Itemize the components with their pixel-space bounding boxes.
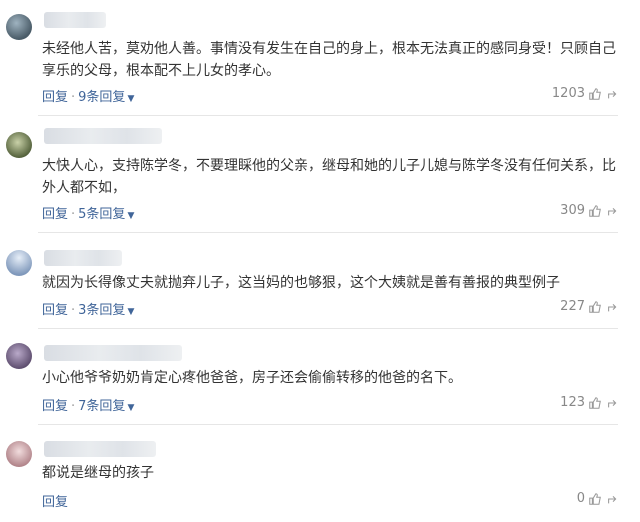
view-replies-button[interactable]: 9条回复 ▼ <box>78 90 134 105</box>
view-replies-button[interactable]: 3条回复 ▼ <box>78 303 134 318</box>
comment-actions: 回复 · 7条回复 ▼ <box>42 399 135 414</box>
replies-count-label: 3条回复 <box>78 303 126 318</box>
like-count: 1203 <box>551 86 585 101</box>
username-blurred[interactable] <box>44 250 122 266</box>
avatar[interactable] <box>6 343 32 369</box>
username-blurred[interactable] <box>44 441 156 457</box>
like-count: 309 <box>560 203 585 218</box>
like-button[interactable]: 309 <box>560 203 620 218</box>
divider <box>38 328 618 329</box>
like-button[interactable]: 1203 <box>552 86 620 101</box>
comment-actions: 回复 · 9条回复 ▼ <box>42 90 135 105</box>
reply-button[interactable]: 回复 <box>42 207 68 222</box>
like-count: 227 <box>560 299 585 314</box>
username-blurred[interactable] <box>44 345 182 361</box>
share-icon[interactable] <box>606 492 620 506</box>
reply-button[interactable]: 回复 <box>42 90 68 105</box>
view-replies-button[interactable]: 5条回复 ▼ <box>78 207 134 222</box>
view-replies-button[interactable]: 7条回复 ▼ <box>78 399 134 414</box>
comment-text: 都说是继母的孩子 <box>42 465 154 481</box>
chevron-down-icon: ▼ <box>127 307 135 317</box>
share-icon[interactable] <box>606 87 620 101</box>
chevron-down-icon: ▼ <box>127 211 135 221</box>
thumbs-up-icon <box>589 396 601 409</box>
like-button[interactable]: 227 <box>560 299 620 314</box>
replies-count-label: 9条回复 <box>78 90 126 105</box>
username-blurred[interactable] <box>44 128 162 144</box>
like-count: 123 <box>560 395 585 410</box>
comment-actions: 回复 · 3条回复 ▼ <box>42 303 135 318</box>
reply-button[interactable]: 回复 <box>42 495 68 510</box>
avatar[interactable] <box>6 250 32 276</box>
like-button[interactable]: 123 <box>560 395 620 410</box>
comment-text: 小心他爷爷奶奶肯定心疼他爸爸，房子还会偷偷转移的他爸的名下。 <box>42 370 462 386</box>
comment-text: 就因为长得像丈夫就抛弃儿子，这当妈的也够狠，这个大姨就是善有善报的典型例子 <box>42 275 560 291</box>
avatar[interactable] <box>6 14 32 40</box>
thumbs-up-icon <box>589 204 601 217</box>
replies-count-label: 5条回复 <box>78 207 126 222</box>
like-count: 0 <box>576 491 585 506</box>
divider <box>38 424 618 425</box>
divider <box>38 232 618 233</box>
comment-actions: 回复 · 5条回复 ▼ <box>42 207 135 222</box>
share-icon[interactable] <box>606 300 620 314</box>
comment-text: 大快人心，支持陈学冬，不要理睬他的父亲，继母和她的儿子儿媳与陈学冬没有任何关系，… <box>42 158 616 196</box>
thumbs-up-icon <box>589 87 601 100</box>
avatar[interactable] <box>6 132 32 158</box>
comment-actions: 回复 <box>42 491 68 510</box>
chevron-down-icon: ▼ <box>127 403 135 413</box>
share-icon[interactable] <box>606 396 620 410</box>
share-icon[interactable] <box>606 204 620 218</box>
username-blurred[interactable] <box>44 12 106 28</box>
thumbs-up-icon <box>589 300 601 313</box>
chevron-down-icon: ▼ <box>127 94 135 104</box>
like-button[interactable]: 0 <box>577 491 620 506</box>
reply-button[interactable]: 回复 <box>42 303 68 318</box>
avatar[interactable] <box>6 441 32 467</box>
replies-count-label: 7条回复 <box>78 399 126 414</box>
comment-text: 未经他人苦，莫劝他人善。事情没有发生在自己的身上，根本无法真正的感同身受！只顾自… <box>42 41 616 79</box>
divider <box>38 115 618 116</box>
thumbs-up-icon <box>589 492 601 505</box>
reply-button[interactable]: 回复 <box>42 399 68 414</box>
